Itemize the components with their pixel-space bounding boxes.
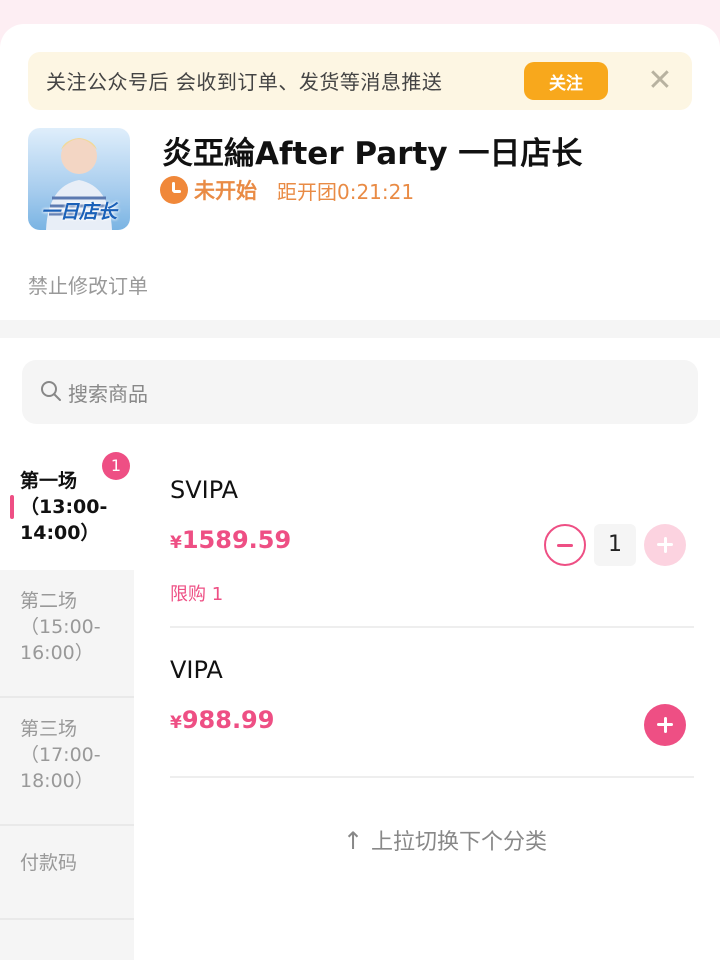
search-icon	[41, 381, 61, 401]
clock-icon	[160, 176, 188, 204]
decrease-quantity-button[interactable]	[544, 524, 586, 566]
pull-hint-text: 上拉切换下个分类	[371, 830, 548, 855]
currency-symbol: ¥	[170, 713, 182, 733]
product-name: VIPA	[170, 656, 223, 684]
sidebar-item-label: 第一场（13:00-14:00）	[20, 470, 108, 544]
sidebar-item-session-2[interactable]: 第二场（15:00-16:00）	[0, 570, 134, 698]
status-badge: 未开始	[194, 179, 257, 203]
cover-title: 一日店长	[40, 201, 117, 223]
count-badge: 1	[102, 452, 130, 480]
countdown-timer: 距开团0:21:21	[277, 179, 415, 204]
product-price: ¥1589.59	[170, 526, 291, 554]
active-indicator	[10, 495, 14, 519]
order-rule-note: 禁止修改订单	[28, 274, 148, 298]
product-panel: 搜索商品 第一场（13:00-14:00） 1 第二场（15:00-16:00）…	[0, 338, 720, 960]
follow-button[interactable]: 关注	[524, 62, 608, 100]
follow-notice-bar: 关注公众号后 会收到订单、发货等消息推送 关注 ✕	[28, 52, 692, 110]
sidebar-item-payment-code[interactable]: 付款码	[0, 826, 134, 920]
product-item-svipa: SVIPA ¥1589.59 限购 1 1	[170, 466, 694, 628]
search-placeholder: 搜索商品	[68, 382, 148, 406]
product-price: ¥988.99	[170, 706, 274, 734]
product-item-vipa: VIPA ¥988.99	[170, 628, 694, 778]
sidebar-item-label: 第二场（15:00-16:00）	[20, 590, 101, 664]
purchase-limit: 限购 1	[170, 584, 224, 605]
price-value: 988.99	[181, 706, 275, 734]
add-to-cart-button[interactable]	[644, 704, 686, 746]
store-cover-image: 一日店长	[28, 128, 130, 230]
price-value: 1589.59	[181, 526, 292, 554]
store-title: 炎亞綸After Party 一日店长	[162, 136, 583, 172]
search-input[interactable]: 搜索商品	[22, 360, 698, 424]
pull-up-hint: ↑ 上拉切换下个分类	[170, 824, 720, 856]
arrow-up-icon: ↑	[342, 827, 364, 855]
sidebar-item-session-1[interactable]: 第一场（13:00-14:00） 1	[0, 450, 134, 570]
notice-text: 关注公众号后 会收到订单、发货等消息推送	[46, 70, 443, 94]
category-sidebar: 第一场（13:00-14:00） 1 第二场（15:00-16:00） 第三场（…	[0, 450, 134, 960]
close-icon[interactable]: ✕	[646, 64, 674, 98]
product-name: SVIPA	[170, 476, 239, 504]
status-row: 未开始 距开团0:21:21	[160, 176, 414, 204]
sidebar-item-session-3[interactable]: 第三场（17:00-18:00）	[0, 698, 134, 826]
store-header-card: 关注公众号后 会收到订单、发货等消息推送 关注 ✕ 一日店长 炎亞綸After …	[0, 24, 720, 320]
sidebar-item-label: 第三场（17:00-18:00）	[20, 718, 101, 792]
increase-quantity-button[interactable]	[644, 524, 686, 566]
quantity-value[interactable]: 1	[594, 524, 636, 566]
currency-symbol: ¥	[170, 533, 182, 553]
sidebar-item-label: 付款码	[20, 852, 78, 874]
